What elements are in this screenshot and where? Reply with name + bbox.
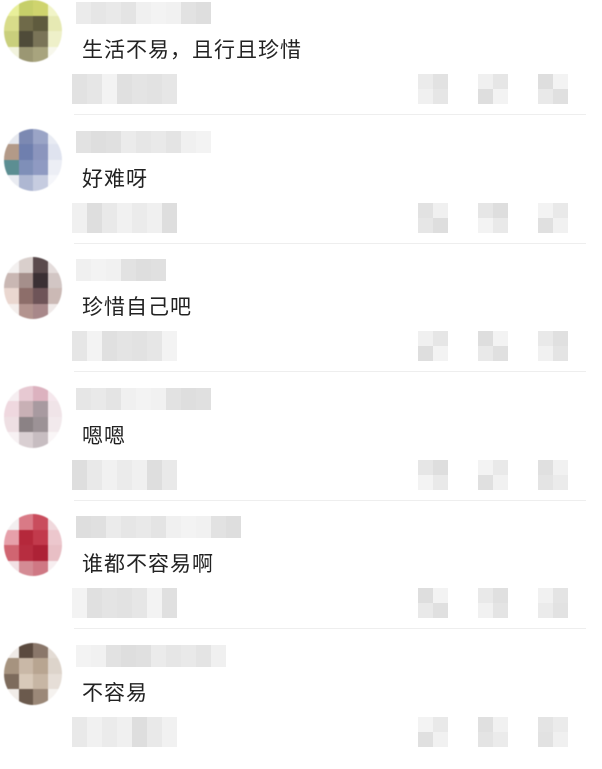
like-icon[interactable] bbox=[538, 716, 568, 747]
user-avatar[interactable] bbox=[4, 642, 62, 705]
like-icon[interactable] bbox=[538, 331, 568, 361]
reply-icon[interactable] bbox=[418, 716, 448, 747]
user-avatar[interactable] bbox=[4, 385, 62, 448]
comment-meta-row bbox=[72, 588, 592, 620]
comment-text: 好难呀 bbox=[82, 166, 148, 191]
timestamp-blurred bbox=[72, 331, 177, 361]
like-icon[interactable] bbox=[538, 74, 568, 104]
comment-item[interactable]: 嗯嗯 bbox=[0, 384, 602, 512]
comment-item[interactable]: 珍惜自己吧 bbox=[0, 255, 602, 383]
username-blurred[interactable] bbox=[76, 644, 226, 667]
username-blurred[interactable] bbox=[76, 2, 211, 24]
user-avatar[interactable] bbox=[4, 0, 62, 62]
share-icon[interactable] bbox=[478, 331, 508, 361]
reply-icon[interactable] bbox=[418, 459, 448, 490]
reply-icon[interactable] bbox=[418, 74, 448, 104]
divider bbox=[74, 499, 586, 501]
user-avatar[interactable] bbox=[4, 514, 62, 576]
username-blurred[interactable] bbox=[76, 259, 166, 281]
reply-icon[interactable] bbox=[418, 588, 448, 618]
divider bbox=[74, 242, 586, 244]
comment-meta-row bbox=[72, 716, 592, 749]
share-icon[interactable] bbox=[478, 459, 508, 490]
timestamp-blurred bbox=[72, 459, 177, 490]
comment-meta-row bbox=[72, 459, 592, 492]
comment-meta-row bbox=[72, 74, 592, 106]
username-blurred[interactable] bbox=[76, 516, 241, 538]
user-avatar[interactable] bbox=[4, 257, 62, 319]
divider bbox=[74, 114, 586, 115]
comment-item[interactable]: 谁都不容易啊 bbox=[0, 512, 602, 640]
like-icon[interactable] bbox=[538, 202, 568, 233]
comment-meta-row bbox=[72, 202, 592, 235]
username-blurred[interactable] bbox=[76, 130, 211, 153]
reply-icon[interactable] bbox=[418, 202, 448, 233]
comment-text: 嗯嗯 bbox=[82, 423, 126, 448]
like-icon[interactable] bbox=[538, 459, 568, 490]
share-icon[interactable] bbox=[478, 202, 508, 233]
user-avatar[interactable] bbox=[4, 128, 62, 191]
username-blurred[interactable] bbox=[76, 387, 211, 410]
like-icon[interactable] bbox=[538, 588, 568, 618]
comment-text: 谁都不容易啊 bbox=[82, 552, 214, 576]
comment-text: 不容易 bbox=[82, 680, 148, 705]
comment-item[interactable]: 好难呀 bbox=[0, 127, 602, 255]
comment-item[interactable]: 不容易 bbox=[0, 641, 602, 769]
divider bbox=[74, 371, 586, 372]
comment-meta-row bbox=[72, 331, 592, 363]
comment-text: 生活不易，且行且珍惜 bbox=[82, 38, 302, 62]
share-icon[interactable] bbox=[478, 588, 508, 618]
share-icon[interactable] bbox=[478, 74, 508, 104]
timestamp-blurred bbox=[72, 74, 177, 104]
timestamp-blurred bbox=[72, 588, 177, 618]
comment-item[interactable]: 生活不易，且行且珍惜 bbox=[0, 0, 602, 126]
reply-icon[interactable] bbox=[418, 331, 448, 361]
share-icon[interactable] bbox=[478, 716, 508, 747]
divider bbox=[74, 628, 586, 629]
timestamp-blurred bbox=[72, 716, 177, 747]
comment-text: 珍惜自己吧 bbox=[82, 295, 192, 319]
timestamp-blurred bbox=[72, 202, 177, 233]
